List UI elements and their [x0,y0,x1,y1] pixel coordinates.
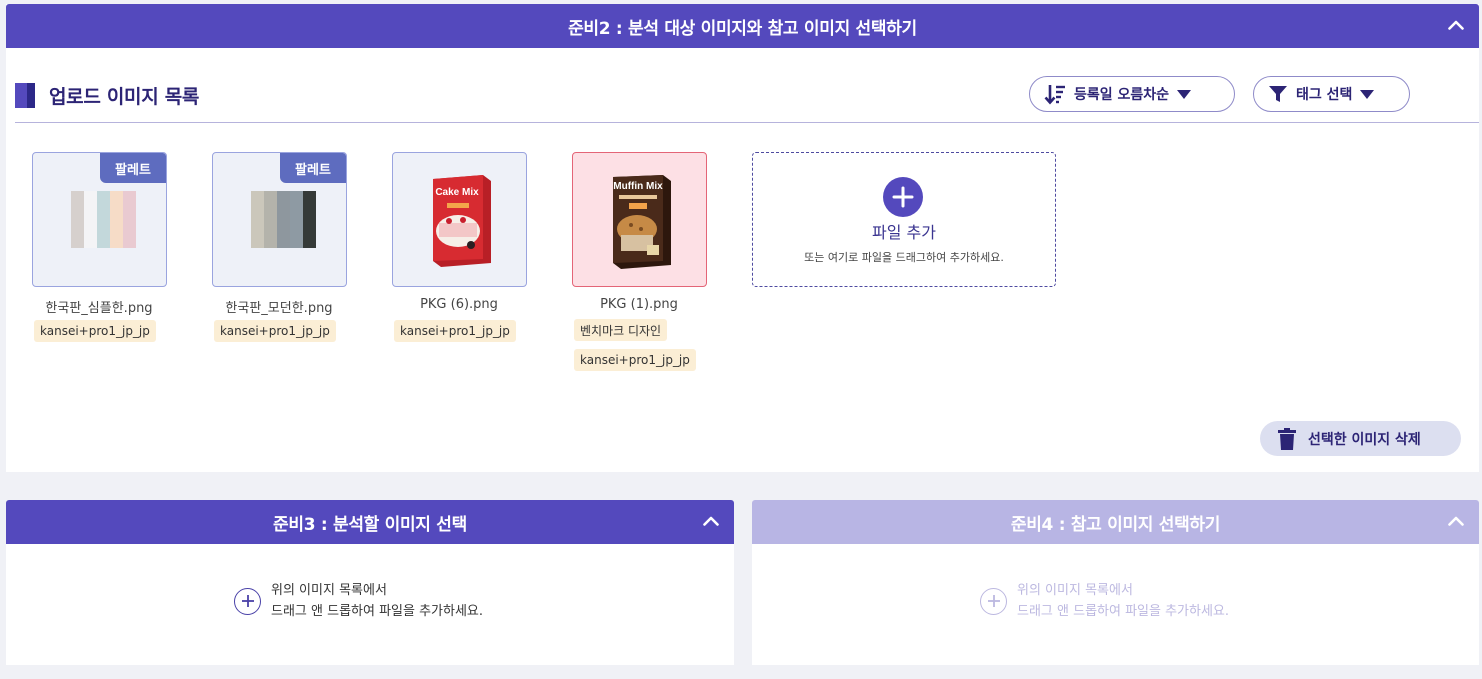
color-palette-swatches [251,191,316,248]
image-thumbnail-pkg1[interactable]: Muffin Mix [572,152,707,287]
prep2-panel: 준비2 : 분석 대상 이미지와 참고 이미지 선택하기 업로드 이미지 목록 … [6,4,1479,472]
drop-hint[interactable]: 위의 이미지 목록에서 드래그 앤 드롭하여 파일을 추가하세요. [234,580,483,622]
cake-mix-package-image: Cake Mix [433,175,491,267]
prep4-header[interactable]: 준비4 : 참고 이미지 선택하기 [752,500,1479,544]
plus-circle-icon [234,587,261,615]
caret-down-icon [1177,89,1192,99]
image-tag[interactable]: kansei+pro1_jp_jp [574,349,696,371]
delete-selected-button[interactable]: 선택한 이미지 삭제 [1260,421,1461,456]
collapse-chevron-icon[interactable] [1443,508,1469,534]
tag-filter-dropdown[interactable]: 태그 선택 [1253,76,1410,112]
image-filename: PKG (6).png [420,297,498,312]
prep4-title: 준비4 : 참고 이미지 선택하기 [1010,514,1221,535]
collapse-chevron-icon[interactable] [1443,12,1469,38]
image-thumbnail-simple[interactable]: 팔레트 [32,152,167,287]
sort-descending-icon [1044,83,1066,105]
drop-hint-line1: 위의 이미지 목록에서 [271,583,387,598]
prep2-title: 준비2 : 분석 대상 이미지와 참고 이미지 선택하기 [568,18,917,39]
trash-icon [1278,427,1296,450]
svg-text:Muffin Mix: Muffin Mix [613,181,663,192]
prep3-panel: 준비3 : 분석할 이미지 선택 위의 이미지 목록에서 드래그 앤 드롭하여 … [6,500,734,665]
sort-label: 등록일 오름차순 [1074,87,1170,103]
image-tag[interactable]: kansei+pro1_jp_jp [394,320,516,342]
color-palette-swatches [71,191,136,248]
prep3-header[interactable]: 준비3 : 분석할 이미지 선택 [6,500,734,544]
drop-hint[interactable]: 위의 이미지 목록에서 드래그 앤 드롭하여 파일을 추가하세요. [980,580,1229,622]
sort-dropdown[interactable]: 등록일 오름차순 [1029,76,1235,112]
image-filename: 한국판_심플한.png [45,301,153,316]
upload-list-heading: 업로드 이미지 목록 [15,82,199,109]
image-tag[interactable]: kansei+pro1_jp_jp [34,320,156,342]
prep3-title: 준비3 : 분석할 이미지 선택 [273,514,467,535]
drop-hint-line2: 드래그 앤 드롭하여 파일을 추가하세요. [1017,604,1230,619]
image-filename: 한국판_모던한.png [225,301,333,316]
image-filename: PKG (1).png [600,297,678,312]
palette-badge: 팔레트 [280,153,346,183]
add-file-dropzone[interactable]: 파일 추가 또는 여기로 파일을 드래그하여 추가하세요. [752,152,1056,287]
image-tag[interactable]: kansei+pro1_jp_jp [214,320,336,342]
section-title: 업로드 이미지 목록 [49,86,200,108]
filter-icon [1268,84,1288,104]
collapse-chevron-icon[interactable] [698,508,724,534]
image-tag[interactable]: 벤치마크 디자인 [574,319,668,341]
drop-hint-line2: 드래그 앤 드롭하여 파일을 추가하세요. [271,604,484,619]
image-thumbnail-pkg6[interactable]: Cake Mix [392,152,527,287]
delete-label: 선택한 이미지 삭제 [1308,431,1421,448]
palette-badge: 팔레트 [100,153,166,183]
drop-hint-line1: 위의 이미지 목록에서 [1017,583,1133,598]
muffin-mix-package-image: Muffin Mix [613,175,671,269]
add-file-hint: 또는 여기로 파일을 드래그하여 추가하세요. [804,251,1004,264]
divider [15,122,1479,123]
prep4-panel: 준비4 : 참고 이미지 선택하기 위의 이미지 목록에서 드래그 앤 드롭하여… [752,500,1479,665]
svg-text:Cake Mix: Cake Mix [435,187,479,198]
section-marker-icon [15,83,35,108]
image-thumbnail-modern[interactable]: 팔레트 [212,152,347,287]
add-file-title: 파일 추가 [872,223,936,242]
plus-icon[interactable] [883,177,923,217]
plus-circle-icon [980,587,1007,615]
tag-filter-label: 태그 선택 [1296,87,1353,103]
caret-down-icon [1360,89,1375,99]
prep2-header[interactable]: 준비2 : 분석 대상 이미지와 참고 이미지 선택하기 [6,4,1479,48]
